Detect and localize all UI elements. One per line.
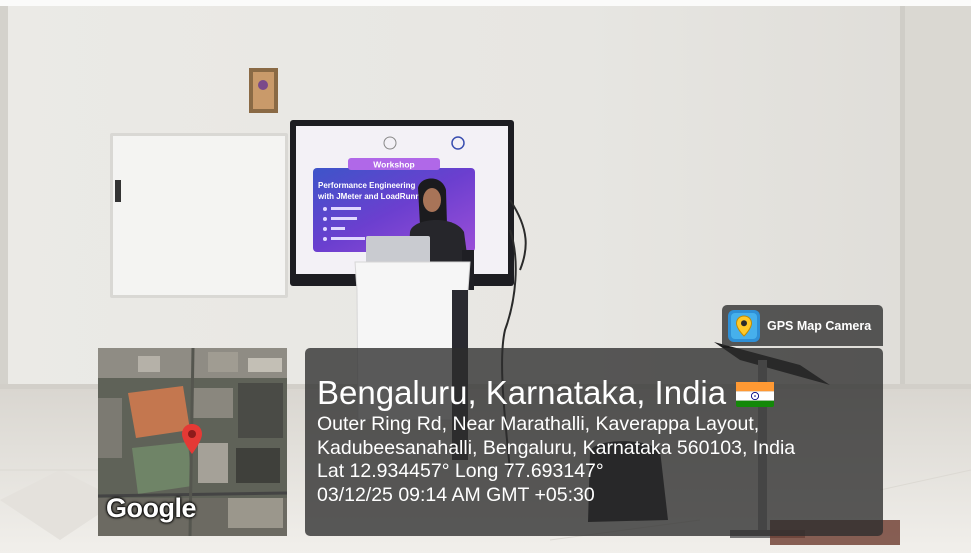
- badge-label: GPS Map Camera: [767, 318, 872, 333]
- map-pin-camera-icon: [728, 309, 760, 342]
- timestamp: 03/12/25 09:14 AM GMT +05:30: [317, 483, 595, 506]
- slide-title-2: with JMeter and LoadRunner: [317, 192, 428, 201]
- coordinates: Lat 12.934457° Long 77.693147°: [317, 460, 604, 482]
- slide-title-1: Performance Engineering: [318, 181, 415, 190]
- google-logo: Google: [106, 493, 197, 523]
- gps-map-camera-badge: GPS Map Camera: [722, 305, 883, 346]
- location-title: Bengaluru, Karnataka, India: [317, 374, 727, 411]
- address-line-2: Kadubeesanahalli, Bengaluru, Karnataka 5…: [317, 436, 796, 459]
- india-flag-icon: [736, 379, 775, 407]
- slide-heading: Workshop: [373, 160, 414, 170]
- address-line-1: Outer Ring Rd, Near Marathalli, Kaverapp…: [317, 413, 760, 435]
- location-title-row: Bengaluru, Karnataka, India: [317, 373, 883, 413]
- geotag-info-panel: Bengaluru, Karnataka, India Outer Ring R…: [305, 348, 883, 536]
- map-pin-icon: [182, 424, 202, 454]
- satellite-map-thumbnail: Google: [98, 348, 287, 536]
